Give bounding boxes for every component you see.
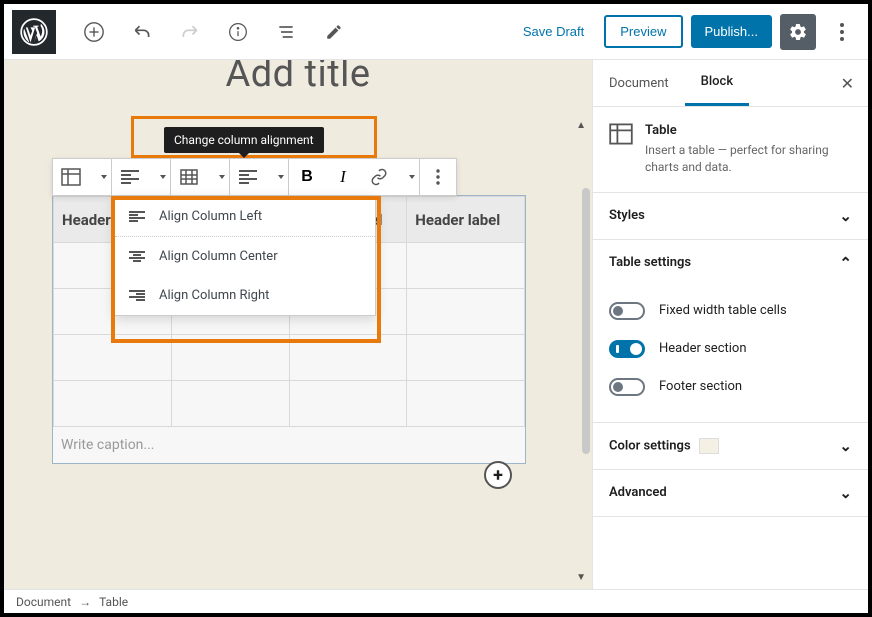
align-left-icon	[129, 211, 145, 223]
link-button[interactable]	[361, 159, 397, 195]
toggle-label: Fixed width table cells	[659, 303, 787, 318]
tab-block[interactable]: Block	[685, 60, 749, 106]
table-edit-button[interactable]	[171, 159, 207, 195]
undo-button[interactable]	[124, 14, 160, 50]
breadcrumb-document[interactable]: Document	[16, 595, 71, 609]
toggle-label: Footer section	[659, 379, 742, 394]
header-section-toggle[interactable]	[609, 340, 645, 358]
insert-block-button[interactable]: +	[484, 461, 512, 489]
block-toolbar: B I	[52, 158, 457, 196]
fixed-width-toggle[interactable]	[609, 302, 645, 320]
table-cell[interactable]	[171, 381, 289, 427]
column-align-button[interactable]	[230, 159, 266, 195]
table-caption[interactable]: Write caption...	[53, 427, 525, 463]
wordpress-logo[interactable]	[12, 10, 56, 54]
info-button[interactable]	[220, 14, 256, 50]
menu-item-label: Align Column Right	[159, 288, 269, 303]
tooltip: Change column alignment	[164, 127, 324, 153]
settings-sidebar: Document Block ✕ Table Insert a table — …	[592, 60, 868, 589]
footer-section-toggle[interactable]	[609, 378, 645, 396]
align-center-icon	[129, 251, 145, 263]
color-swatch	[699, 438, 719, 454]
menu-item-label: Align Column Center	[159, 249, 278, 264]
preview-button[interactable]: Preview	[604, 15, 682, 48]
save-draft-button[interactable]: Save Draft	[511, 16, 596, 47]
block-name: Table	[645, 123, 852, 138]
table-cell[interactable]	[407, 335, 525, 381]
align-dropdown[interactable]	[148, 159, 170, 195]
scroll-down-arrow[interactable]: ▼	[576, 572, 586, 583]
more-menu-button[interactable]	[824, 14, 860, 50]
tab-document[interactable]: Document	[593, 62, 685, 105]
close-sidebar-button[interactable]: ✕	[827, 74, 868, 93]
table-cell[interactable]	[289, 335, 407, 381]
align-center-option[interactable]: Align Column Center	[115, 237, 375, 276]
publish-button[interactable]: Publish...	[691, 15, 772, 48]
table-cell[interactable]	[54, 381, 172, 427]
toggle-label: Header section	[659, 341, 747, 356]
add-block-button[interactable]	[76, 14, 112, 50]
align-right-option[interactable]: Align Column Right	[115, 276, 375, 315]
styles-section-toggle[interactable]: Styles⌄	[593, 193, 868, 239]
table-header-cell[interactable]: Header label	[407, 197, 525, 243]
table-cell[interactable]	[54, 335, 172, 381]
scroll-up-arrow[interactable]: ▲	[576, 120, 586, 131]
settings-button[interactable]	[780, 14, 816, 50]
chevron-down-icon: ⌄	[839, 207, 852, 225]
menu-item-label: Align Column Left	[159, 209, 262, 224]
block-description: Insert a table — perfect for sharing cha…	[645, 142, 852, 176]
table-icon	[609, 123, 633, 147]
table-edit-dropdown[interactable]	[207, 159, 229, 195]
top-toolbar: Save Draft Preview Publish...	[4, 4, 868, 60]
italic-button[interactable]: I	[325, 159, 361, 195]
table-cell[interactable]	[407, 381, 525, 427]
more-format-dropdown[interactable]	[397, 159, 419, 195]
table-settings-section-toggle[interactable]: Table settings⌃	[593, 240, 868, 286]
chevron-up-icon: ⌃	[839, 254, 852, 272]
advanced-section-toggle[interactable]: Advanced⌄	[593, 470, 868, 516]
outline-button[interactable]	[268, 14, 304, 50]
align-left-option[interactable]: Align Column Left	[115, 197, 375, 237]
bold-button[interactable]: B	[289, 159, 325, 195]
scrollbar-thumb[interactable]	[582, 188, 590, 454]
breadcrumb: Document → Table	[4, 589, 868, 613]
block-more-button[interactable]	[420, 159, 456, 195]
block-type-button[interactable]	[53, 159, 89, 195]
color-settings-section-toggle[interactable]: Color settings⌄	[593, 423, 868, 469]
breadcrumb-block[interactable]: Table	[99, 595, 128, 609]
breadcrumb-separator: →	[79, 595, 91, 609]
table-cell[interactable]	[407, 289, 525, 335]
chevron-down-icon: ⌄	[839, 484, 852, 502]
align-right-icon	[129, 290, 145, 302]
column-align-dropdown[interactable]	[266, 159, 288, 195]
table-cell[interactable]	[407, 243, 525, 289]
table-cell[interactable]	[289, 381, 407, 427]
chevron-down-icon: ⌄	[839, 437, 852, 455]
edit-button[interactable]	[316, 14, 352, 50]
page-title-placeholder[interactable]: Add title	[225, 60, 370, 96]
column-align-menu: Align Column Left Align Column Center Al…	[114, 196, 376, 316]
editor-canvas[interactable]: Add title ▲ ▼	[4, 60, 592, 589]
block-type-dropdown[interactable]	[89, 159, 111, 195]
table-cell[interactable]	[171, 335, 289, 381]
align-button[interactable]	[112, 159, 148, 195]
redo-button[interactable]	[172, 14, 208, 50]
